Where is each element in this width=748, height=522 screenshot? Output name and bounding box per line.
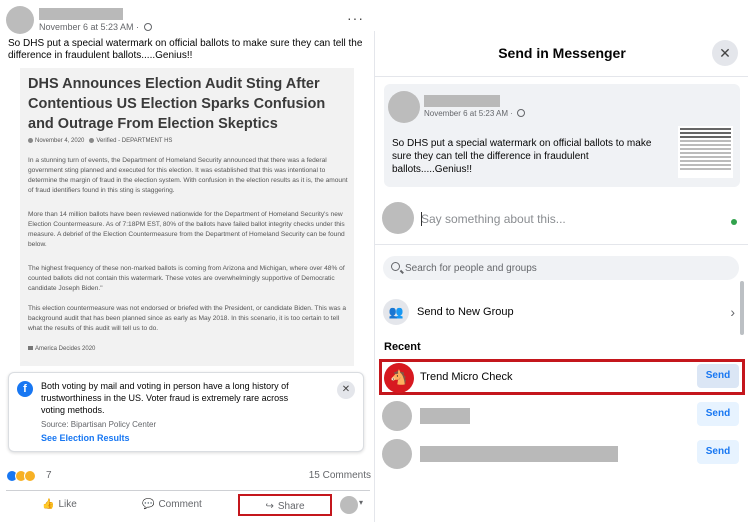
new-group-label: Send to New Group [417, 306, 514, 318]
divider [375, 244, 748, 245]
comments-count[interactable]: 15 Comments [309, 470, 371, 481]
send-button[interactable]: Send [697, 402, 739, 426]
close-icon[interactable]: ✕ [337, 381, 355, 399]
preview-thumbnail [678, 126, 733, 178]
divider [375, 76, 748, 77]
group-icon: 👥 [383, 299, 409, 325]
send-button[interactable]: Send [697, 440, 739, 464]
article-screenshot[interactable]: DHS Announces Election Audit Sting After… [20, 68, 354, 366]
contact-row[interactable]: Send [379, 436, 745, 472]
recent-heading: Recent [384, 341, 421, 353]
react-as-avatar[interactable] [340, 496, 358, 514]
facebook-post: November 6 at 5:23 AM · ··· So DHS put a… [0, 0, 374, 522]
contact-row[interactable]: 🐴 Trend Micro Check Send [379, 359, 745, 395]
article-paragraph: The highest frequency of these non-marke… [28, 265, 345, 292]
article-paragraph: More than 14 million ballots have been r… [28, 211, 345, 248]
contact-avatar [382, 439, 412, 469]
author-avatar [388, 91, 420, 123]
reaction-count: 7 [46, 470, 52, 481]
search-bar[interactable] [383, 256, 739, 280]
contact-name: Trend Micro Check [420, 371, 513, 383]
dialog-title: Send in Messenger [498, 45, 626, 61]
post-header: November 6 at 5:23 AM · ··· [6, 6, 370, 36]
user-avatar [382, 202, 414, 234]
like-button[interactable]: 👍 Like [42, 494, 77, 516]
send-in-messenger-dialog: Send in Messenger ✕ November 6 at 5:23 A… [374, 31, 748, 522]
info-source: Source: Bipartisan Policy Center [41, 420, 157, 429]
search-input[interactable] [405, 260, 725, 276]
more-icon[interactable]: ··· [347, 10, 364, 26]
article-title: DHS Announces Election Audit Sting After… [28, 76, 326, 132]
contact-avatar [382, 401, 412, 431]
article-meta: November 4, 2020 Verified - DEPARTMENT H… [28, 138, 172, 144]
author-name-redacted[interactable] [39, 8, 123, 20]
facebook-icon: f [17, 381, 33, 397]
globe-icon [143, 23, 152, 31]
contact-row[interactable]: Send [379, 398, 745, 434]
author-name-redacted [424, 95, 500, 107]
wow-reaction-icon [24, 470, 36, 482]
send-to-new-group-button[interactable]: 👥 Send to New Group › [383, 298, 739, 326]
send-button[interactable]: Send [697, 364, 739, 388]
election-info-box: f Both voting by mail and voting in pers… [8, 372, 364, 452]
article-paragraph: This election countermeasure was not end… [28, 305, 347, 332]
share-button[interactable]: ↪ Share [238, 494, 332, 516]
post-timestamp[interactable]: November 6 at 5:23 AM · [39, 22, 152, 32]
preview-text: So DHS put a special watermark on offici… [392, 138, 652, 175]
post-text: So DHS put a special watermark on offici… [8, 38, 363, 61]
contact-avatar: 🐴 [384, 363, 414, 393]
chevron-right-icon: › [730, 304, 735, 320]
scrollbar[interactable] [740, 281, 744, 335]
post-action-bar: 👍 Like 💬 Comment ↪ Share ▾ [6, 490, 370, 516]
share-icon: ↪ [265, 501, 274, 512]
article-paragraph: In a stunning turn of events, the Depart… [28, 157, 348, 194]
article-tag: America Decides 2020 [28, 346, 95, 352]
info-text: Both voting by mail and voting in person… [41, 381, 289, 415]
globe-icon [517, 109, 526, 117]
message-input[interactable] [421, 211, 721, 227]
text-cursor [421, 212, 422, 226]
close-icon[interactable]: ✕ [712, 40, 738, 66]
contact-name-redacted [420, 408, 470, 424]
comment-icon: 💬 [142, 499, 155, 510]
like-icon: 👍 [42, 499, 55, 510]
shared-post-preview: November 6 at 5:23 AM · So DHS put a spe… [384, 84, 740, 187]
comment-button[interactable]: 💬 Comment [142, 494, 202, 516]
online-status-dot [731, 219, 737, 225]
contact-name-redacted [420, 446, 618, 462]
see-election-results-link[interactable]: See Election Results [41, 433, 130, 443]
preview-timestamp: November 6 at 5:23 AM · [424, 109, 526, 118]
author-avatar[interactable] [6, 6, 34, 34]
chevron-down-icon[interactable]: ▾ [359, 498, 363, 507]
search-icon [391, 262, 400, 271]
